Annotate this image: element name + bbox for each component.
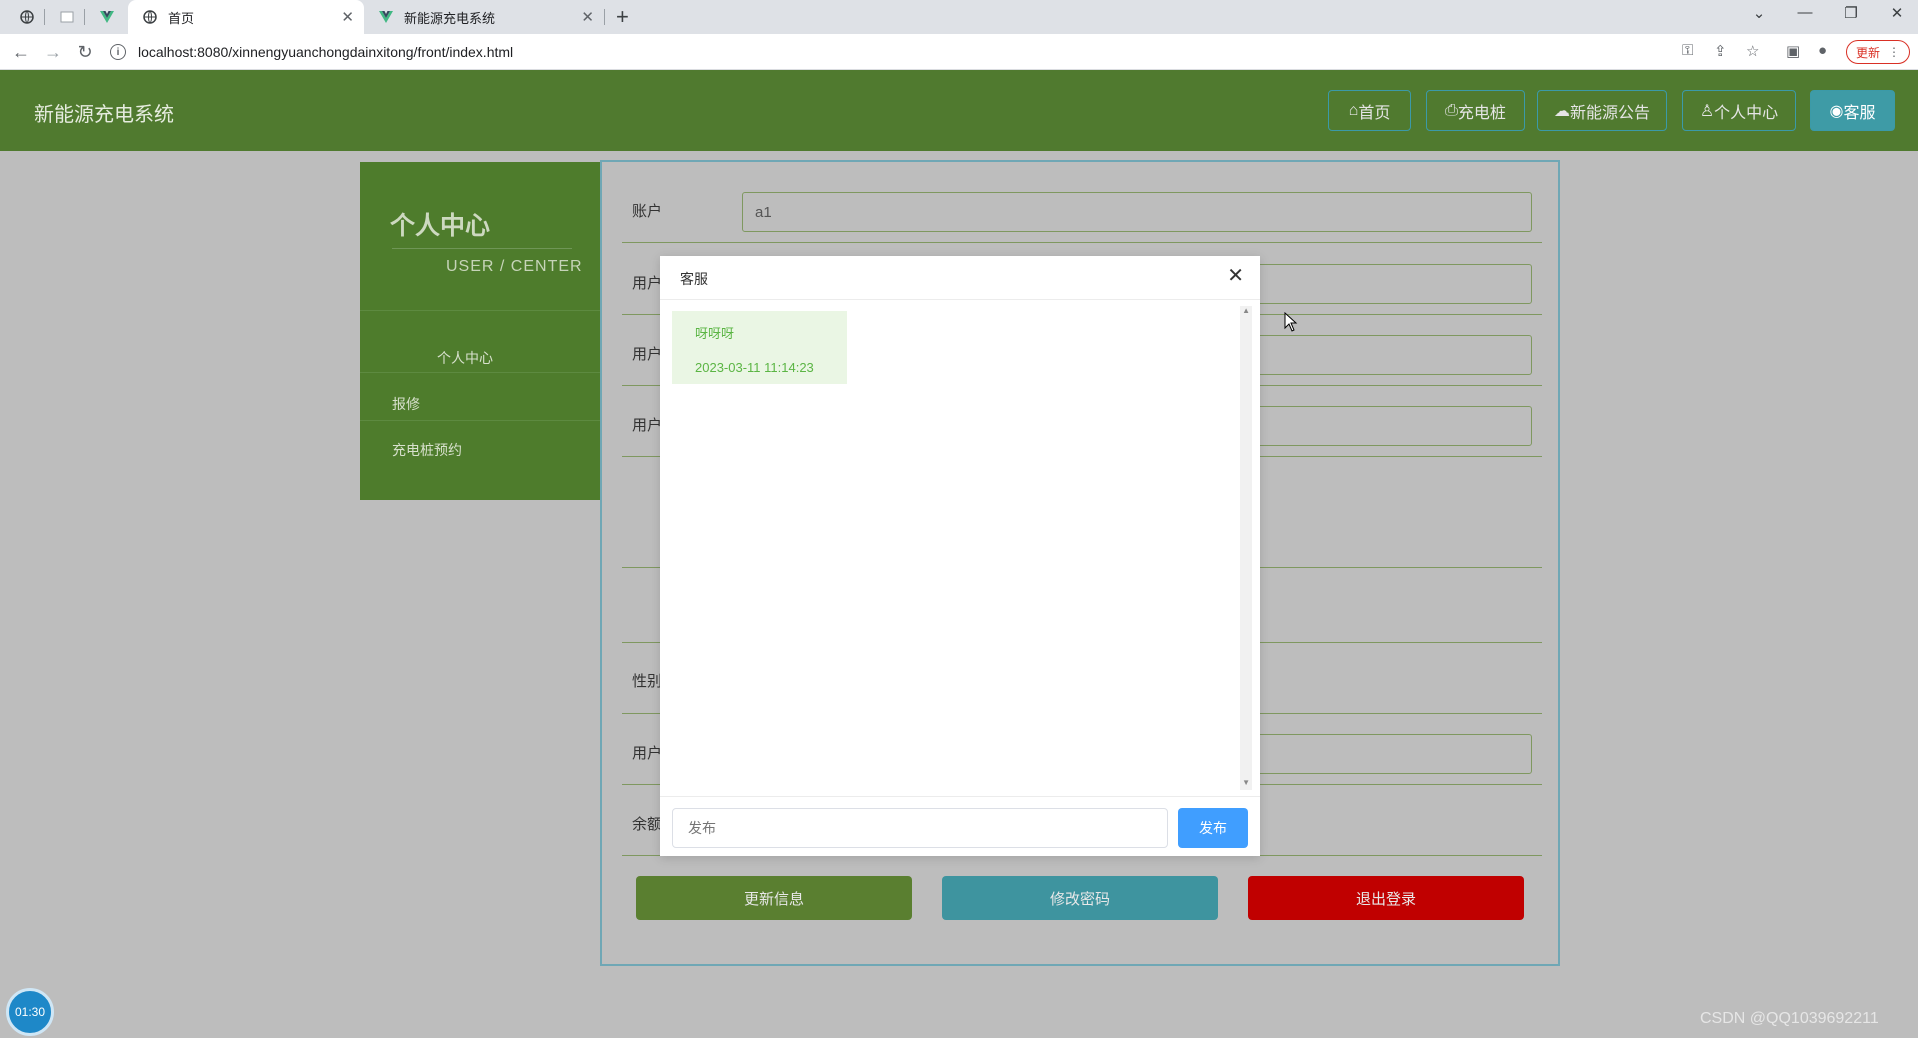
- nav-label: 新能源公告: [1569, 104, 1650, 122]
- nav-home[interactable]: ⌂ 首页: [1328, 90, 1411, 131]
- url-text: localhost:8080/xinnengyuanchongdainxiton…: [138, 44, 514, 60]
- nav-label: 个人中心: [1714, 104, 1779, 122]
- message-text: 呀呀呀: [695, 326, 735, 341]
- divider: [360, 372, 600, 373]
- scroll-up-icon[interactable]: ▲: [1242, 306, 1250, 315]
- close-icon[interactable]: ✕: [341, 8, 354, 26]
- divider: [622, 242, 1542, 243]
- balance-label: 余额: [632, 816, 663, 833]
- gender-label: 性别: [632, 673, 663, 690]
- sidebar-toggle-icon[interactable]: ▣: [1786, 42, 1800, 60]
- scroll-down-icon[interactable]: ▼: [1242, 778, 1250, 787]
- tab-label: 首页: [168, 10, 195, 26]
- scrollbar[interactable]: [1240, 306, 1252, 790]
- logout-button[interactable]: 退出登录: [1248, 876, 1524, 920]
- vue-icon: [378, 9, 394, 25]
- tab-home[interactable]: 首页 ✕: [128, 0, 364, 34]
- tab-system[interactable]: 新能源充电系统 ✕: [364, 0, 604, 34]
- dialog-footer: 发布: [660, 796, 1260, 856]
- forward-icon[interactable]: →: [42, 41, 64, 63]
- close-icon[interactable]: ✕: [581, 8, 594, 26]
- restore-icon[interactable]: ❐: [1836, 4, 1866, 22]
- nav-user-center[interactable]: ♙ 个人中心: [1682, 90, 1796, 131]
- dialog-title: 客服: [680, 271, 708, 287]
- back-icon[interactable]: ←: [10, 41, 32, 63]
- blank-page-icon[interactable]: [56, 6, 78, 28]
- account-value: a1: [755, 203, 772, 221]
- app-header: 新能源充电系统 ⌂ 首页 ⎙ 充电桩 ☁ 新能源公告 ♙ 个人中心 ◉ 客服: [0, 70, 1918, 151]
- star-icon[interactable]: ☆: [1746, 42, 1759, 60]
- nav-label: 客服: [1843, 104, 1876, 122]
- field-label: 用户: [632, 417, 663, 434]
- vue-icon[interactable]: [96, 6, 118, 28]
- dialog-header: 客服 ✕: [660, 256, 1260, 300]
- message-input[interactable]: [672, 808, 1168, 848]
- chat-area: 呀呀呀 2023-03-11 11:14:23 ▲ ▼: [660, 300, 1260, 796]
- menu-icon: ⋮: [1888, 45, 1900, 59]
- globe-icon: [142, 9, 158, 25]
- tab-label: 新能源充电系统: [404, 10, 496, 26]
- reload-icon[interactable]: ↻: [74, 41, 96, 63]
- info-icon[interactable]: i: [110, 44, 126, 60]
- new-tab-icon[interactable]: +: [616, 4, 629, 30]
- message-bubble: 呀呀呀 2023-03-11 11:14:23: [672, 311, 847, 384]
- update-button[interactable]: 更新 ⋮: [1846, 40, 1910, 64]
- close-icon[interactable]: ✕: [1227, 266, 1244, 286]
- divider: [392, 248, 572, 249]
- profile-icon[interactable]: ●: [1818, 42, 1827, 59]
- update-label: 更新: [1855, 45, 1880, 60]
- nav-customer-service[interactable]: ◉ 客服: [1810, 90, 1895, 131]
- tab-separator: [84, 9, 85, 25]
- sidebar-title: 个人中心: [390, 212, 491, 240]
- chat-icon: ◉: [1829, 102, 1844, 120]
- nav-label: 充电桩: [1457, 104, 1506, 122]
- change-password-button[interactable]: 修改密码: [942, 876, 1218, 920]
- update-info-button[interactable]: 更新信息: [636, 876, 912, 920]
- app-title: 新能源充电系统: [34, 104, 174, 126]
- tab-search-icon[interactable]: ⌄: [1744, 4, 1774, 22]
- divider: [360, 420, 600, 421]
- field-label: 用户: [632, 745, 663, 762]
- tab-separator: [44, 9, 45, 25]
- recording-timer: 01:30: [6, 988, 54, 1036]
- nav-label: 首页: [1358, 104, 1391, 122]
- browser-tab-bar: 首页 ✕ 新能源充电系统 ✕ + ⌄ — ❐ ✕: [0, 0, 1918, 34]
- message-time: 2023-03-11 11:14:23: [695, 360, 814, 375]
- sidebar-item-repair[interactable]: 报修: [392, 394, 420, 414]
- home-icon: ⌂: [1348, 101, 1359, 119]
- field-label: 用户: [632, 346, 663, 363]
- user-icon: ♙: [1699, 102, 1715, 120]
- sidebar-item-user-center[interactable]: 个人中心: [437, 348, 493, 368]
- tab-separator: [604, 9, 605, 25]
- account-label: 账户: [632, 203, 663, 220]
- printer-icon: ⎙: [1445, 101, 1458, 119]
- address-bar: ← → ↻ i localhost:8080/xinnengyuanchongd…: [0, 34, 1918, 70]
- url-field[interactable]: i localhost:8080/xinnengyuanchongdainxit…: [110, 38, 1690, 66]
- sidebar: 个人中心 USER / CENTER 个人中心 报修 充电桩预约: [360, 162, 600, 500]
- cloud-icon: ☁: [1553, 102, 1570, 120]
- nav-charging-pile[interactable]: ⎙ 充电桩: [1426, 90, 1525, 131]
- window-close-icon[interactable]: ✕: [1882, 4, 1912, 22]
- watermark: CSDN @QQ1039692211: [1700, 1010, 1879, 1027]
- sidebar-subtitle: USER / CENTER: [446, 258, 583, 275]
- key-icon[interactable]: ⚿: [1682, 42, 1693, 59]
- share-icon[interactable]: ⇪: [1714, 42, 1727, 60]
- minimize-icon[interactable]: —: [1790, 4, 1820, 21]
- divider: [360, 310, 600, 311]
- field-label: 用户: [632, 275, 663, 292]
- post-button[interactable]: 发布: [1178, 808, 1248, 848]
- customer-service-dialog: 客服 ✕ 呀呀呀 2023-03-11 11:14:23 ▲ ▼ 发布: [660, 256, 1260, 856]
- sidebar-item-reservation[interactable]: 充电桩预约: [392, 440, 462, 460]
- account-field[interactable]: a1: [742, 192, 1532, 232]
- nav-announcement[interactable]: ☁ 新能源公告: [1537, 90, 1667, 131]
- globe-icon[interactable]: [16, 6, 38, 28]
